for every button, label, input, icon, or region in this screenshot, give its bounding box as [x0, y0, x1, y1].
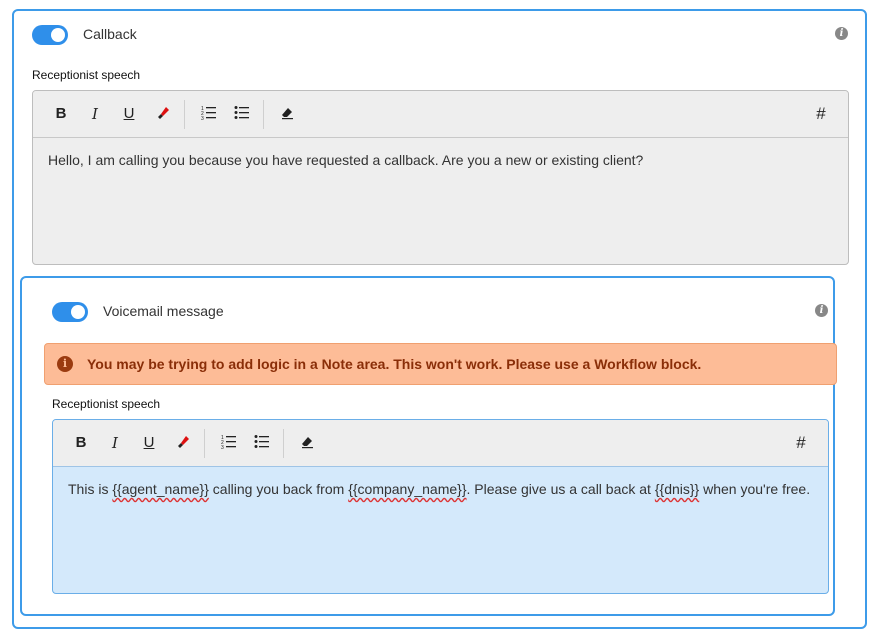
highlight-marker-icon[interactable] — [153, 104, 173, 124]
callback-field-label: Receptionist speech — [32, 68, 141, 82]
info-icon[interactable]: i — [835, 27, 848, 40]
bold-button[interactable]: B — [51, 104, 71, 124]
bullet-list-icon[interactable] — [252, 433, 272, 453]
italic-button[interactable]: I — [85, 104, 105, 124]
callback-editor[interactable]: B I U 123 # Hello, I am calling you beca… — [32, 90, 849, 265]
highlight-marker-icon[interactable] — [173, 433, 193, 453]
callback-title: Callback — [83, 26, 137, 42]
logic-warning-banner: i You may be trying to add logic in a No… — [44, 343, 837, 385]
callback-speech-text[interactable]: Hello, I am calling you because you have… — [48, 151, 838, 169]
ordered-list-icon[interactable]: 123 — [199, 104, 219, 124]
voicemail-title: Voicemail message — [103, 303, 224, 319]
svg-text:3: 3 — [201, 116, 204, 120]
editor-toolbar: B I U 123 # — [33, 91, 848, 138]
variable-dnis: {{dnis}} — [654, 481, 700, 497]
text-segment: This is — [68, 481, 113, 497]
voicemail-editor[interactable]: B I U 123 # This is {{agent_name}} calli… — [52, 419, 829, 594]
toolbar-divider — [184, 100, 185, 129]
bullet-list-icon[interactable] — [232, 104, 252, 124]
callback-toggle[interactable] — [32, 25, 68, 45]
variable-company-name: {{company_name}} — [348, 481, 467, 497]
voicemail-speech-text[interactable]: This is {{agent_name}} calling you back … — [68, 480, 818, 498]
toolbar-divider — [283, 429, 284, 458]
warning-info-icon: i — [57, 356, 73, 372]
underline-button[interactable]: U — [139, 433, 159, 453]
eraser-icon[interactable] — [297, 433, 317, 453]
text-segment: when you're free. — [699, 481, 811, 497]
text-segment: calling you back from — [208, 481, 349, 497]
underline-button[interactable]: U — [119, 104, 139, 124]
eraser-icon[interactable] — [277, 104, 297, 124]
italic-button[interactable]: I — [105, 433, 125, 453]
toggle-knob — [71, 305, 85, 319]
toggle-knob — [51, 28, 65, 42]
voicemail-field-label: Receptionist speech — [52, 397, 161, 411]
insert-variable-button[interactable]: # — [811, 104, 831, 124]
voicemail-toggle[interactable] — [52, 302, 88, 322]
variable-agent-name: {{agent_name}} — [112, 481, 209, 497]
bold-button[interactable]: B — [71, 433, 91, 453]
ordered-list-icon[interactable]: 123 — [219, 433, 239, 453]
toolbar-divider — [204, 429, 205, 458]
editor-toolbar: B I U 123 # — [53, 420, 828, 467]
info-icon[interactable]: i — [815, 304, 828, 317]
svg-text:3: 3 — [221, 445, 224, 449]
insert-variable-button[interactable]: # — [791, 433, 811, 453]
warning-text: You may be trying to add logic in a Note… — [87, 356, 702, 372]
text-segment: . Please give us a call back at — [466, 481, 655, 497]
toolbar-divider — [263, 100, 264, 129]
